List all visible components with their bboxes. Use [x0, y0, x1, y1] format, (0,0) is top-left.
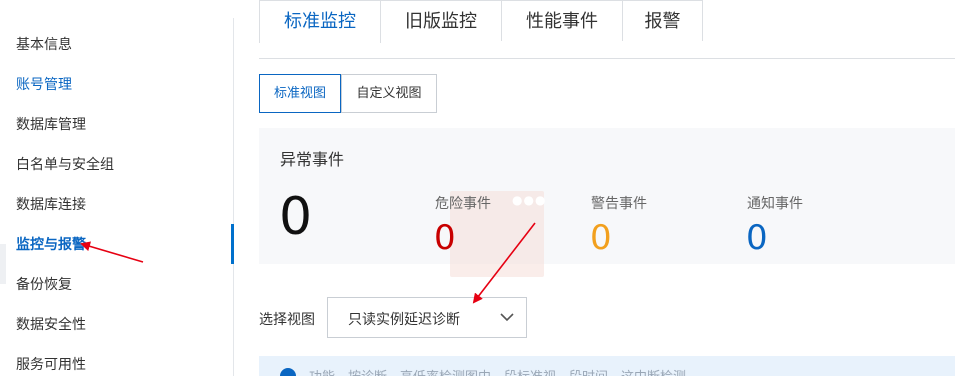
- info-icon: [280, 368, 296, 376]
- sidebar-item-database-connection[interactable]: 数据库连接: [16, 195, 86, 215]
- watermark-dots-icon: ●●●: [512, 193, 547, 207]
- tab-standard-monitoring[interactable]: 标准监控: [259, 0, 381, 43]
- sidebar-active-indicator: [231, 224, 234, 264]
- sidebar-divider: [233, 18, 234, 376]
- sidebar-item-backup-restore[interactable]: 备份恢复: [16, 275, 72, 295]
- danger-events-count[interactable]: 0: [434, 218, 456, 258]
- abnormal-events-total: 0: [279, 187, 313, 247]
- sidebar-item-database-management[interactable]: 数据库管理: [16, 115, 86, 135]
- chevron-down-icon: [500, 313, 514, 322]
- warning-events-label: 警告事件: [591, 196, 647, 212]
- sidebar-item-service-availability[interactable]: 服务可用性: [16, 355, 86, 375]
- notice-events-label: 通知事件: [747, 196, 803, 212]
- warning-events-count[interactable]: 0: [590, 218, 612, 258]
- notice-events-count[interactable]: 0: [746, 218, 768, 258]
- sidebar-item-monitoring-alerts[interactable]: 监控与报警: [16, 235, 86, 255]
- sidebar-item-whitelist-security-group[interactable]: 白名单与安全组: [16, 155, 114, 175]
- select-view-label: 选择视图: [259, 312, 315, 328]
- custom-view-button[interactable]: 自定义视图: [341, 74, 437, 113]
- tab-legacy-monitoring[interactable]: 旧版监控: [380, 0, 502, 41]
- sidebar-item-data-security[interactable]: 数据安全性: [16, 315, 86, 335]
- sidebar-item-basic-info[interactable]: 基本信息: [16, 35, 72, 55]
- sidebar-item-account-management[interactable]: 账号管理: [16, 75, 72, 95]
- tabs-baseline: [259, 58, 955, 59]
- sidebar-nav: 基本信息 账号管理 数据库管理 白名单与安全组 数据库连接 监控与报警 备份恢复…: [0, 0, 234, 376]
- sidebar-collapse-handle[interactable]: [0, 244, 6, 284]
- tab-performance-events[interactable]: 性能事件: [501, 0, 623, 41]
- info-notice-bar: 功能…按诊断…高低率检测图中…段标准视…段时间…这中断检测: [259, 356, 955, 376]
- danger-events-label: 危险事件: [435, 196, 491, 212]
- abnormal-events-title: 异常事件: [280, 150, 345, 169]
- tab-alerts[interactable]: 报警: [622, 0, 703, 41]
- info-notice-text: 功能…按诊断…高低率检测图中…段标准视…段时间…这中断检测: [309, 366, 686, 376]
- standard-view-button[interactable]: 标准视图: [259, 74, 341, 113]
- view-select-value: 只读实例延迟诊断: [348, 312, 460, 328]
- view-select-dropdown[interactable]: 只读实例延迟诊断: [327, 297, 527, 338]
